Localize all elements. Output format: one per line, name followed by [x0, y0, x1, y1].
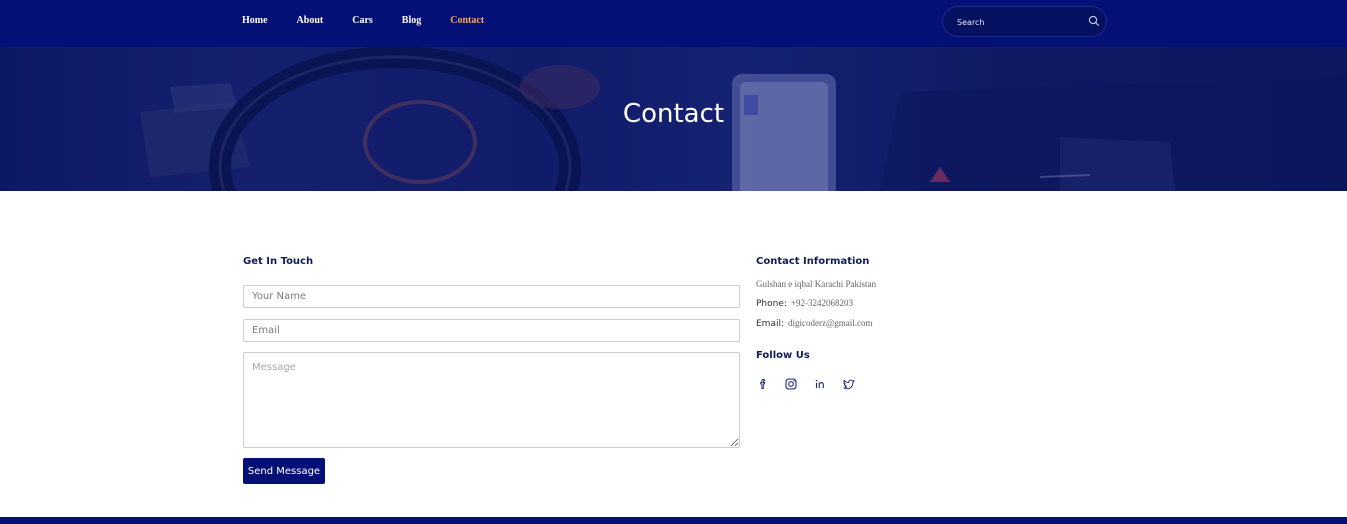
send-message-button[interactable]: Send Message [243, 458, 325, 484]
address-text: Gulshan e iqbal Karachi Pakistan [756, 279, 876, 289]
name-field[interactable] [243, 285, 740, 308]
phone-line: Phone: +92-3242068203 [756, 298, 853, 309]
nav-links: Home About Cars Blog Contact [242, 15, 513, 26]
nav-link-about[interactable]: About [297, 15, 324, 26]
linkedin-icon[interactable] [813, 377, 827, 391]
top-navbar: Home About Cars Blog Contact [0, 0, 1347, 47]
twitter-icon[interactable] [842, 377, 856, 391]
search-box [942, 6, 1107, 37]
email-label: Email: [756, 319, 785, 329]
email-field[interactable] [243, 319, 740, 342]
follow-us-title: Follow Us [756, 350, 810, 361]
contact-info-title: Contact Information [756, 256, 870, 267]
nav-link-home[interactable]: Home [242, 15, 268, 26]
hero-banner: Contact [0, 47, 1347, 191]
facebook-icon[interactable] [756, 377, 770, 391]
nav-link-blog[interactable]: Blog [402, 15, 421, 26]
footer-bar [0, 517, 1347, 524]
form-title: Get In Touch [243, 256, 314, 267]
email-value: digicoderz@gmail.com [788, 318, 873, 328]
hero-title: Contact [622, 99, 725, 129]
email-line: Email: digicoderz@gmail.com [756, 318, 873, 329]
nav-link-contact[interactable]: Contact [450, 15, 484, 26]
phone-value: +92-3242068203 [790, 298, 853, 308]
nav-link-cars[interactable]: Cars [352, 15, 373, 26]
instagram-icon[interactable] [784, 377, 798, 391]
message-field[interactable] [243, 352, 740, 448]
search-icon[interactable] [1088, 15, 1100, 27]
search-input[interactable] [957, 14, 1077, 30]
phone-label: Phone: [756, 299, 787, 309]
